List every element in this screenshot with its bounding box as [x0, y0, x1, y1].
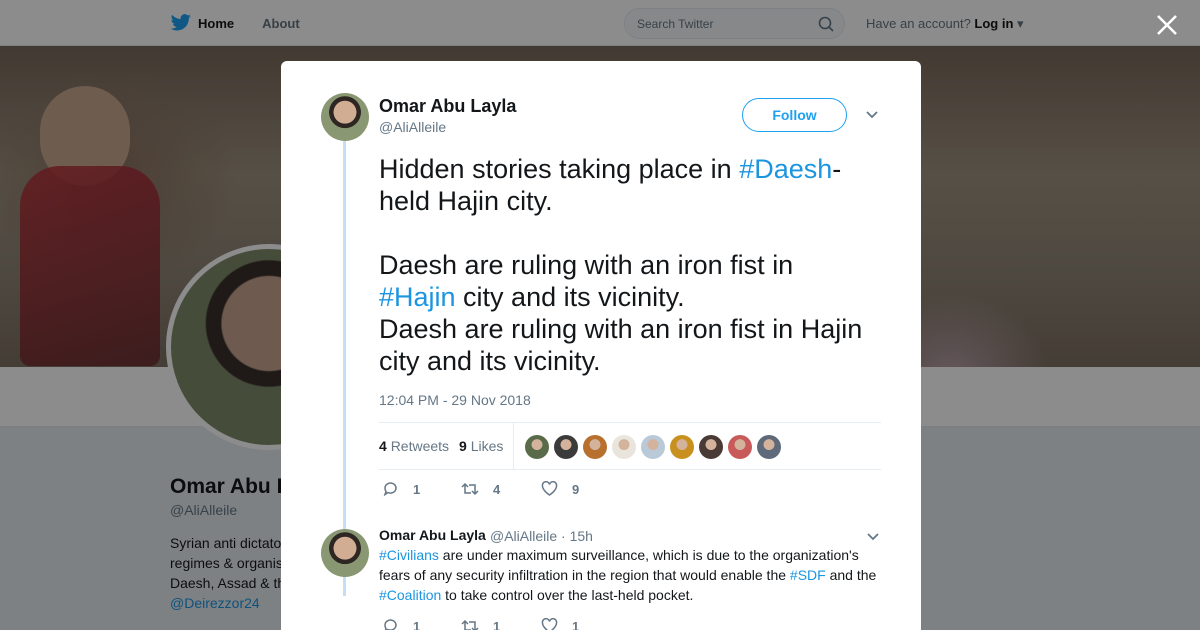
reply-count: 1 [413, 618, 421, 630]
likes-count: 9 [459, 438, 467, 454]
reply-text-part: are under maximum surveillance, which is… [379, 547, 859, 583]
like-count: 1 [572, 618, 580, 630]
heart-icon [541, 618, 558, 630]
retweets-stat[interactable]: 4 Retweets [379, 438, 449, 454]
reply-count: 1 [413, 481, 421, 497]
reply-meta[interactable]: @AliAlleile · 15h [490, 528, 593, 544]
stats-divider [513, 423, 514, 470]
author-avatar[interactable] [321, 93, 369, 141]
reply-button[interactable]: 1 [383, 618, 420, 630]
close-icon[interactable] [1154, 12, 1180, 38]
liker-avatar[interactable] [670, 435, 694, 459]
tweet-modal: Omar Abu Layla @AliAlleile Follow Hidden… [281, 61, 921, 630]
reply-author-name[interactable]: Omar Abu Layla [379, 527, 486, 543]
liker-avatar[interactable] [699, 435, 723, 459]
hashtag-link[interactable]: #Civilians [379, 547, 439, 563]
reply-text-part: and the [825, 567, 877, 583]
liker-avatar[interactable] [757, 435, 781, 459]
retweet-count: 1 [493, 618, 501, 630]
reply-text: #Civilians are under maximum surveillanc… [379, 545, 884, 605]
liker-avatars [525, 435, 786, 459]
hashtag-link[interactable]: #SDF [790, 567, 826, 583]
tweet-text: Hidden stories taking place in #Daesh- h… [379, 153, 884, 377]
hashtag-link[interactable]: #Daesh [739, 154, 832, 184]
liker-avatar[interactable] [612, 435, 636, 459]
liker-avatar[interactable] [583, 435, 607, 459]
reply-icon [383, 482, 397, 497]
retweet-icon [461, 619, 479, 630]
chevron-down-icon[interactable] [865, 108, 879, 122]
like-count: 9 [572, 481, 580, 497]
author-name[interactable]: Omar Abu Layla [379, 96, 516, 117]
reply-text-part: to take control over the last-held pocke… [441, 587, 694, 603]
thread-connector-line [343, 141, 346, 596]
liker-avatar[interactable] [554, 435, 578, 459]
reply-button[interactable]: 1 [383, 481, 420, 497]
liker-avatar[interactable] [525, 435, 549, 459]
follow-button[interactable]: Follow [742, 98, 847, 132]
liker-avatar[interactable] [641, 435, 665, 459]
tweet-stats: 4 Retweets 9 Likes [379, 422, 881, 470]
hashtag-link[interactable]: #Hajin [379, 282, 456, 312]
retweets-count: 4 [379, 438, 387, 454]
author-handle[interactable]: @AliAlleile [379, 119, 446, 135]
tweet-text-part: Hidden stories taking place in [379, 154, 740, 184]
reply-author-avatar[interactable] [321, 529, 369, 577]
chevron-down-icon[interactable] [866, 530, 880, 544]
retweet-icon [461, 482, 479, 496]
retweet-button[interactable]: 4 [461, 481, 500, 497]
heart-icon [541, 481, 558, 496]
likes-label: Likes [470, 438, 504, 454]
liker-avatar[interactable] [728, 435, 752, 459]
like-button[interactable]: 1 [541, 618, 579, 630]
retweets-label: Retweets [390, 438, 450, 454]
reply-icon [384, 619, 397, 630]
like-button[interactable]: 9 [541, 481, 579, 497]
retweet-count: 4 [493, 481, 501, 497]
tweet-timestamp[interactable]: 12:04 PM - 29 Nov 2018 [379, 392, 531, 408]
retweet-button[interactable]: 1 [461, 618, 500, 630]
hashtag-link[interactable]: #Coalition [379, 587, 441, 603]
likes-stat[interactable]: 9 Likes [459, 438, 503, 454]
